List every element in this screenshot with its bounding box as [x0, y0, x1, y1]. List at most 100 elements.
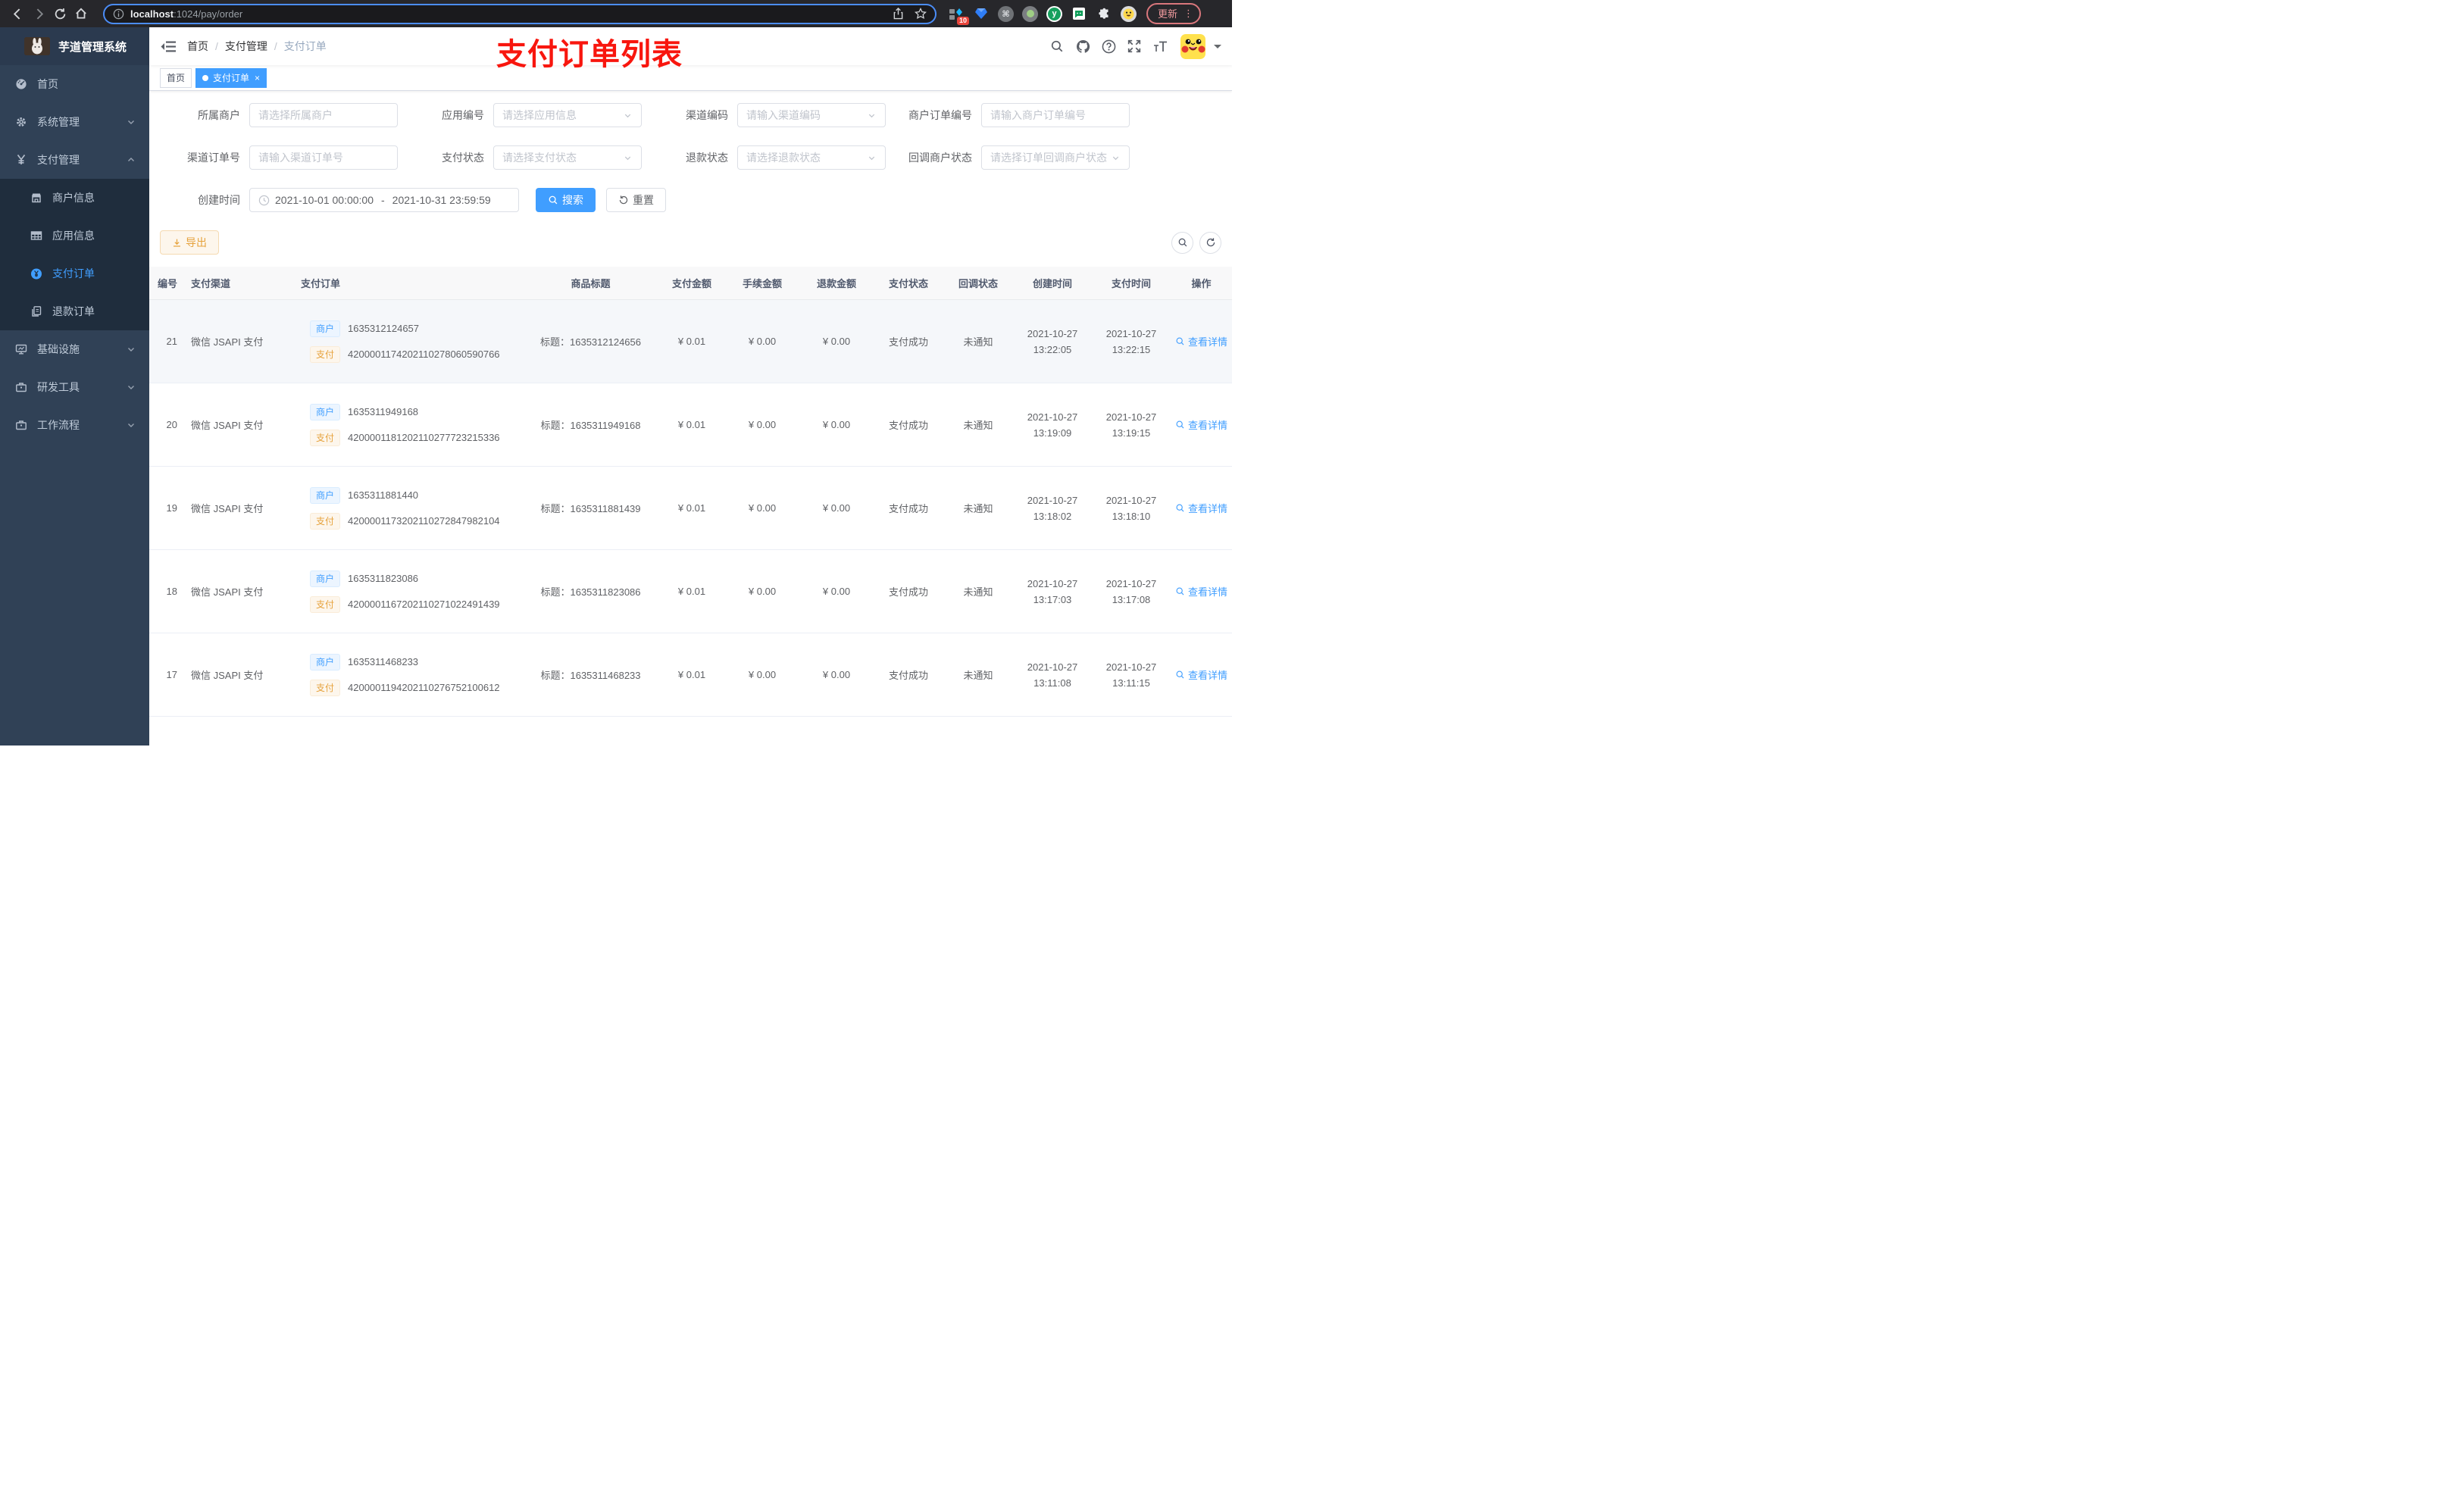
extension-command-icon[interactable]: ⌘ [998, 5, 1014, 22]
filter-channel-code: 渠道编码 请输入渠道编码 [648, 103, 886, 127]
browser-update-button[interactable]: 更新 ⋮ [1146, 3, 1202, 24]
sidebar-item-merchant-info[interactable]: 商户信息 [0, 179, 149, 217]
view-detail-link[interactable]: 查看详情 [1175, 667, 1227, 682]
merchant-order-no-input[interactable] [981, 103, 1130, 127]
export-button[interactable]: 导出 [160, 230, 219, 255]
browser-home-icon[interactable] [71, 4, 91, 23]
app-title: 芋道管理系统 [58, 40, 127, 54]
breadcrumb: 首页 / 支付管理 / 支付订单 [187, 39, 327, 54]
tab-close-icon[interactable]: × [255, 73, 260, 83]
channel-order-no-input[interactable] [249, 145, 398, 170]
font-size-icon[interactable] [1149, 33, 1171, 60]
browser-back-icon[interactable] [8, 4, 27, 23]
sidebar-item-refund-order[interactable]: 退款订单 [0, 292, 149, 330]
breadcrumb-separator: / [215, 40, 218, 52]
app-select[interactable]: 请选择应用信息 [493, 103, 642, 127]
browser-menu-dots-icon[interactable]: ⋮ [1184, 8, 1193, 20]
filter-pay-status: 支付状态 请选择支付状态 [404, 145, 642, 170]
site-info-icon[interactable] [113, 8, 124, 20]
clock-icon [258, 195, 270, 206]
tab-home[interactable]: 首页 [160, 67, 192, 88]
fullscreen-icon[interactable] [1123, 33, 1146, 60]
sidebar-item-pay-order[interactable]: 支付订单 [0, 255, 149, 292]
browser-reload-icon[interactable] [50, 4, 70, 23]
filter-merchant-order-no: 商户订单编号 [892, 103, 1130, 127]
yen-icon [15, 154, 27, 166]
view-detail-link[interactable]: 查看详情 [1175, 417, 1227, 432]
extensions-puzzle-icon[interactable] [1096, 5, 1112, 22]
show-search-toggle-button[interactable] [1171, 231, 1193, 254]
browser-extensions: 10 ⌘ y [948, 5, 1137, 25]
merchant-tag: 商户 [310, 570, 341, 587]
sidebar-item-workflow[interactable]: 工作流程 [0, 406, 149, 444]
dashboard-icon [15, 78, 27, 90]
sidebar-item-app-info[interactable]: 应用信息 [0, 217, 149, 255]
github-icon[interactable] [1071, 33, 1094, 60]
url-text: localhost:1024/pay/order [130, 8, 243, 20]
page: localhost:1024/pay/order 10 ⌘ y 更新 ⋮ 芋道管… [0, 0, 1232, 746]
extension-chat-icon[interactable] [1071, 5, 1087, 22]
chevron-down-icon [127, 383, 136, 392]
bookmark-star-icon[interactable] [915, 8, 927, 20]
address-bar[interactable]: localhost:1024/pay/order [103, 3, 937, 24]
help-question-icon[interactable] [1097, 33, 1120, 60]
table-row-partial: 商户1635311251736 [149, 717, 1232, 746]
view-detail-link[interactable]: 查看详情 [1175, 501, 1227, 515]
chevron-down-icon [127, 420, 136, 430]
refresh-table-button[interactable] [1199, 231, 1221, 254]
chevron-down-icon [127, 345, 136, 354]
notify-status-select[interactable]: 请选择订单回调商户状态 [981, 145, 1130, 170]
sidebar-item-dev-tools[interactable]: 研发工具 [0, 368, 149, 406]
reset-button[interactable]: 重置 [606, 188, 666, 212]
pay-tag: 支付 [310, 345, 341, 363]
user-avatar[interactable] [1180, 33, 1205, 59]
channel-code-select[interactable]: 请输入渠道编码 [737, 103, 886, 127]
view-detail-link[interactable]: 查看详情 [1175, 584, 1227, 599]
table-row: 19 微信 JSAPI 支付 商户 1635311881440 支付 4200001… [149, 467, 1232, 550]
merchant-tag: 商户 [310, 403, 341, 420]
share-icon[interactable] [893, 8, 904, 20]
search-button[interactable]: 搜索 [536, 188, 596, 212]
table-row: 21 微信 JSAPI 支付 商户 1635312124657 支付 4200001… [149, 300, 1232, 383]
create-time-range-picker[interactable]: 2021-10-01 00:00:00 - 2021-10-31 23:59:5… [249, 188, 519, 212]
monitor-icon [15, 343, 27, 355]
filter-create-time: 创建时间 2021-10-01 00:00:00 - 2021-10-31 23… [160, 188, 519, 212]
merchant-input[interactable] [249, 103, 398, 127]
extension-recorder-icon[interactable] [1022, 5, 1038, 22]
yen-circle-icon [30, 267, 42, 280]
sidebar-item-system[interactable]: 系统管理 [0, 103, 149, 141]
sidebar-item-infrastructure[interactable]: 基础设施 [0, 330, 149, 368]
extension-gem-icon[interactable] [973, 5, 990, 22]
filter-refund-status: 退款状态 请选择退款状态 [648, 145, 886, 170]
browser-toolbar: localhost:1024/pay/order 10 ⌘ y 更新 ⋮ [0, 0, 1232, 27]
extension-y-icon[interactable]: y [1046, 5, 1062, 22]
header-search-icon[interactable] [1046, 33, 1068, 60]
sidebar-logo[interactable]: 芋道管理系统 [0, 27, 149, 65]
avatar-caret-icon[interactable] [1214, 45, 1221, 52]
table-row: 20 微信 JSAPI 支付 商户 1635311949168 支付 4200001… [149, 383, 1232, 467]
chevron-down-icon [623, 111, 633, 120]
breadcrumb-pay-manage[interactable]: 支付管理 [225, 39, 267, 54]
chevron-down-icon [867, 111, 877, 120]
filter-merchant: 所属商户 [160, 103, 398, 127]
pay-tag: 支付 [310, 429, 341, 446]
grid-table-icon [30, 230, 42, 242]
logo-bunny-icon [24, 37, 50, 55]
breadcrumb-current: 支付订单 [283, 40, 327, 52]
sidebar-item-payment[interactable]: 支付管理 [0, 141, 149, 179]
pay-tag: 支付 [310, 679, 341, 696]
merchant-tag: 商户 [310, 486, 341, 504]
view-detail-link[interactable]: 查看详情 [1175, 334, 1227, 349]
document-copy-icon [30, 305, 42, 317]
tab-pay-order[interactable]: 支付订单 × [195, 67, 267, 88]
pay-status-select[interactable]: 请选择支付状态 [493, 145, 642, 170]
refund-status-select[interactable]: 请选择退款状态 [737, 145, 886, 170]
browser-forward-icon[interactable] [29, 4, 48, 23]
filter-app: 应用编号 请选择应用信息 [404, 103, 642, 127]
sidebar-fold-icon[interactable] [149, 40, 187, 53]
extension-tabs-icon[interactable]: 10 [948, 5, 969, 25]
merchant-tag: 商户 [310, 320, 341, 337]
breadcrumb-home[interactable]: 首页 [187, 39, 208, 54]
profile-avatar-icon[interactable] [1121, 5, 1137, 22]
sidebar-item-home[interactable]: 首页 [0, 65, 149, 103]
